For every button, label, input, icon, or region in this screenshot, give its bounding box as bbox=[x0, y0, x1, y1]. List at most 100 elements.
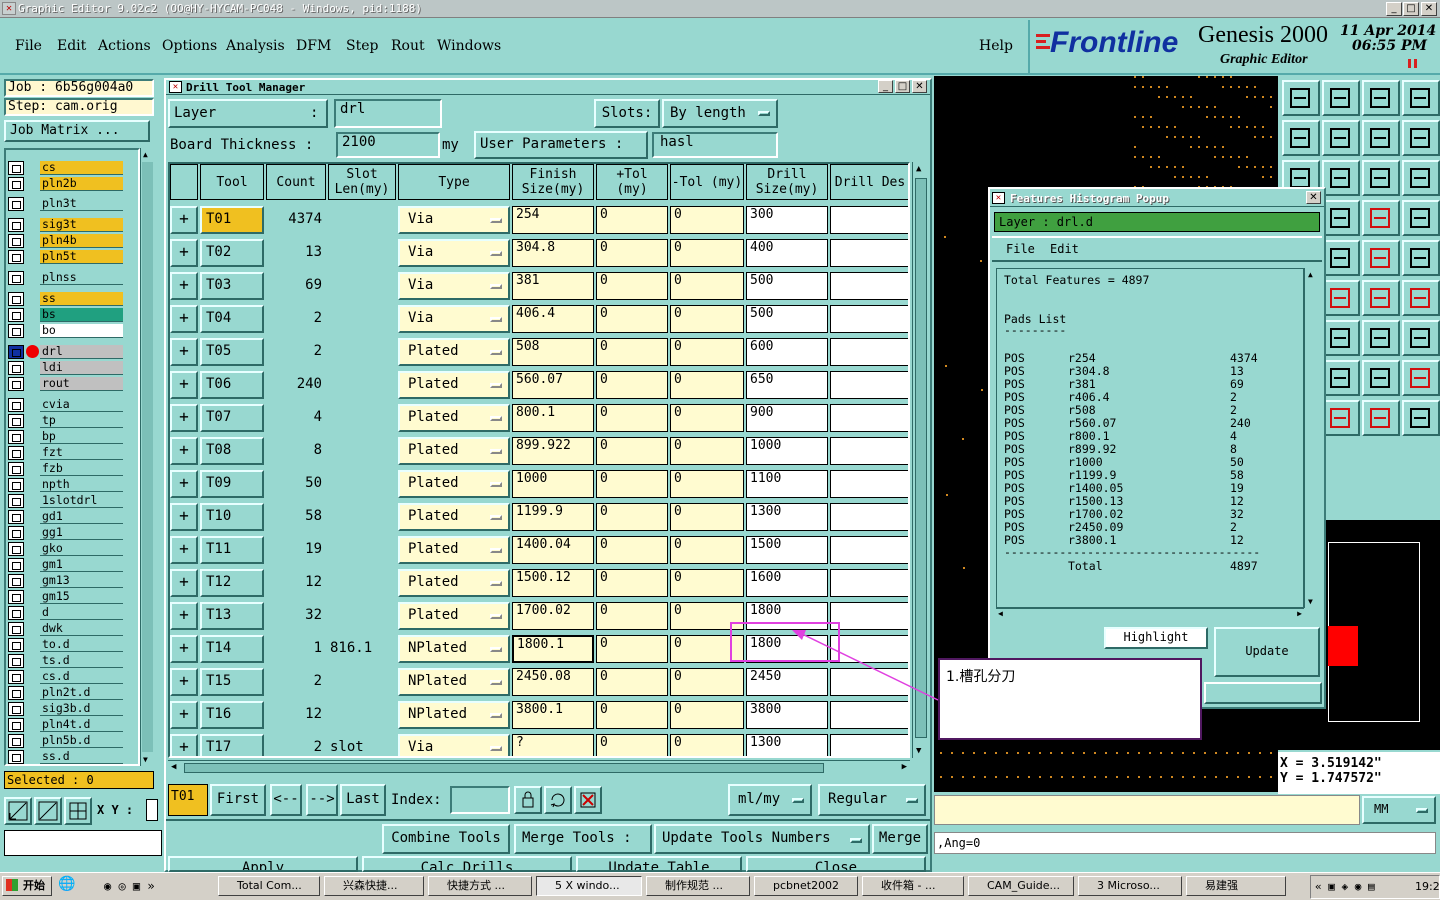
layer-scrollbar[interactable]: ▲ ▼ bbox=[140, 148, 154, 766]
tool-cell[interactable]: T04 bbox=[200, 305, 264, 333]
taskbar-item[interactable]: 收件箱 - ... bbox=[862, 876, 964, 896]
type-dropdown[interactable]: NPlated bbox=[398, 701, 510, 729]
drill-field[interactable]: 650 bbox=[746, 371, 828, 399]
user-params-field[interactable]: hasl bbox=[652, 132, 778, 158]
zoom-fit-icon[interactable] bbox=[4, 797, 32, 825]
histogram-hscrollbar[interactable]: ◀ ▶ bbox=[996, 608, 1304, 622]
highlight-button[interactable]: Highlight bbox=[1104, 627, 1208, 649]
flip-icon[interactable] bbox=[1362, 120, 1400, 156]
type-dropdown[interactable]: Plated bbox=[398, 602, 510, 630]
tool-cell[interactable]: T10 bbox=[200, 503, 264, 531]
layer-checkbox[interactable] bbox=[8, 414, 24, 428]
layer-row-plnss[interactable]: plnss bbox=[8, 271, 123, 285]
menu-help[interactable]: Help bbox=[979, 38, 1013, 54]
expand-row-icon[interactable]: + bbox=[170, 668, 198, 696]
mtol-field[interactable]: 0 bbox=[670, 206, 744, 234]
expand-row-icon[interactable]: + bbox=[170, 404, 198, 432]
layer-checkbox[interactable] bbox=[8, 398, 24, 412]
layer-checkbox[interactable] bbox=[8, 542, 24, 556]
apply-button[interactable]: Apply bbox=[168, 856, 358, 872]
layer-checkbox[interactable] bbox=[8, 345, 24, 359]
layer-row-bp[interactable]: bp bbox=[8, 430, 123, 444]
tool-cell[interactable]: T11 bbox=[200, 536, 264, 564]
xy-input[interactable] bbox=[146, 799, 158, 821]
layer-checkbox[interactable] bbox=[8, 218, 24, 232]
type-dropdown[interactable]: Plated bbox=[398, 404, 510, 432]
units-mm-dropdown[interactable]: MM bbox=[1362, 796, 1436, 824]
finish-field[interactable]: 1000 bbox=[512, 470, 594, 498]
finish-field[interactable]: 3800.1 bbox=[512, 701, 594, 729]
layer-row-tp[interactable]: tp bbox=[8, 414, 123, 428]
type-dropdown[interactable]: Via bbox=[398, 206, 510, 234]
type-dropdown[interactable]: Via bbox=[398, 305, 510, 333]
type-dropdown[interactable]: Plated bbox=[398, 470, 510, 498]
node-icon[interactable] bbox=[1322, 280, 1360, 316]
tool-cell[interactable]: T09 bbox=[200, 470, 264, 498]
arrow-right-left-icon[interactable] bbox=[1362, 320, 1400, 356]
mtol-field[interactable]: 0 bbox=[670, 470, 744, 498]
drill-des-field[interactable] bbox=[830, 734, 908, 756]
layer-row-pln2t-d[interactable]: pln2t.d bbox=[8, 686, 123, 700]
ptol-field[interactable]: 0 bbox=[596, 437, 668, 465]
drill-des-field[interactable] bbox=[830, 305, 908, 333]
slots-dropdown[interactable]: By length bbox=[662, 99, 778, 128]
drill-field[interactable]: 400 bbox=[746, 239, 828, 267]
arc-icon[interactable] bbox=[1322, 320, 1360, 356]
layer-row-ss[interactable]: ss bbox=[8, 292, 123, 306]
finish-field[interactable]: 899.922 bbox=[512, 437, 594, 465]
histogram-menu-file[interactable]: File bbox=[1006, 242, 1035, 256]
job-matrix-button[interactable]: Job Matrix ... bbox=[4, 120, 150, 142]
line-icon[interactable] bbox=[1402, 280, 1440, 316]
first-button[interactable]: First bbox=[210, 784, 266, 816]
scroll-right-icon[interactable]: ▶ bbox=[1297, 609, 1302, 618]
drill-des-field[interactable] bbox=[830, 437, 908, 465]
layer-checkbox[interactable] bbox=[8, 250, 24, 264]
menu-edit[interactable]: Edit bbox=[57, 38, 86, 54]
layer-row-gko[interactable]: gko bbox=[8, 542, 123, 556]
expand-row-icon[interactable]: + bbox=[170, 272, 198, 300]
ptol-field[interactable]: 0 bbox=[596, 305, 668, 333]
tool-cell[interactable]: T06 bbox=[200, 371, 264, 399]
update-table-button[interactable]: Update Table bbox=[576, 856, 742, 872]
scroll-left-icon[interactable]: ◀ bbox=[998, 609, 1003, 618]
layer-checkbox[interactable] bbox=[8, 654, 24, 668]
expand-row-icon[interactable]: + bbox=[170, 602, 198, 630]
finish-field[interactable]: 1199.9 bbox=[512, 503, 594, 531]
measure-icon[interactable] bbox=[1402, 320, 1440, 356]
expand-row-icon[interactable]: + bbox=[170, 569, 198, 597]
finish-field[interactable]: 2450.08 bbox=[512, 668, 594, 696]
histogram-menu-edit[interactable]: Edit bbox=[1050, 242, 1079, 256]
layer-row-fzb[interactable]: fzb bbox=[8, 462, 123, 476]
expand-row-icon[interactable]: + bbox=[170, 503, 198, 531]
close-button[interactable]: ✕ bbox=[1421, 2, 1437, 16]
menu-options[interactable]: Options bbox=[162, 38, 217, 54]
layer-row-1slotdrl[interactable]: 1slotdrl bbox=[8, 494, 123, 508]
tool-cell[interactable]: T14 bbox=[200, 635, 264, 663]
ptol-field[interactable]: 0 bbox=[596, 536, 668, 564]
histogram-close-button[interactable]: ✕ bbox=[1306, 191, 1321, 204]
last-button[interactable]: Last bbox=[340, 784, 386, 816]
ptol-field[interactable]: 0 bbox=[596, 503, 668, 531]
ptol-field[interactable]: 0 bbox=[596, 338, 668, 366]
finish-field[interactable]: 1700.02 bbox=[512, 602, 594, 630]
layer-row-to-d[interactable]: to.d bbox=[8, 638, 123, 652]
drill-field[interactable]: 900 bbox=[746, 404, 828, 432]
s-curve-icon[interactable] bbox=[1402, 120, 1440, 156]
layer-checkbox[interactable] bbox=[8, 670, 24, 684]
layer-row-gm15[interactable]: gm15 bbox=[8, 590, 123, 604]
type-dropdown[interactable]: Plated bbox=[398, 338, 510, 366]
mode-dropdown[interactable]: Regular bbox=[818, 784, 926, 816]
mtol-field[interactable]: 0 bbox=[670, 701, 744, 729]
taskbar-item[interactable]: CAM_Guide... bbox=[968, 876, 1074, 896]
finish-field[interactable]: 381 bbox=[512, 272, 594, 300]
menu-analysis[interactable]: Analysis bbox=[226, 38, 285, 54]
drill-field[interactable]: 600 bbox=[746, 338, 828, 366]
mtol-field[interactable]: 0 bbox=[670, 503, 744, 531]
ptol-field[interactable]: 0 bbox=[596, 371, 668, 399]
layer-checkbox[interactable] bbox=[8, 292, 24, 306]
command-line[interactable] bbox=[4, 830, 162, 856]
layer-checkbox[interactable] bbox=[8, 197, 24, 211]
drill-field[interactable]: 1300 bbox=[746, 734, 828, 756]
type-dropdown[interactable]: Plated bbox=[398, 536, 510, 564]
layer-checkbox[interactable] bbox=[8, 234, 24, 248]
